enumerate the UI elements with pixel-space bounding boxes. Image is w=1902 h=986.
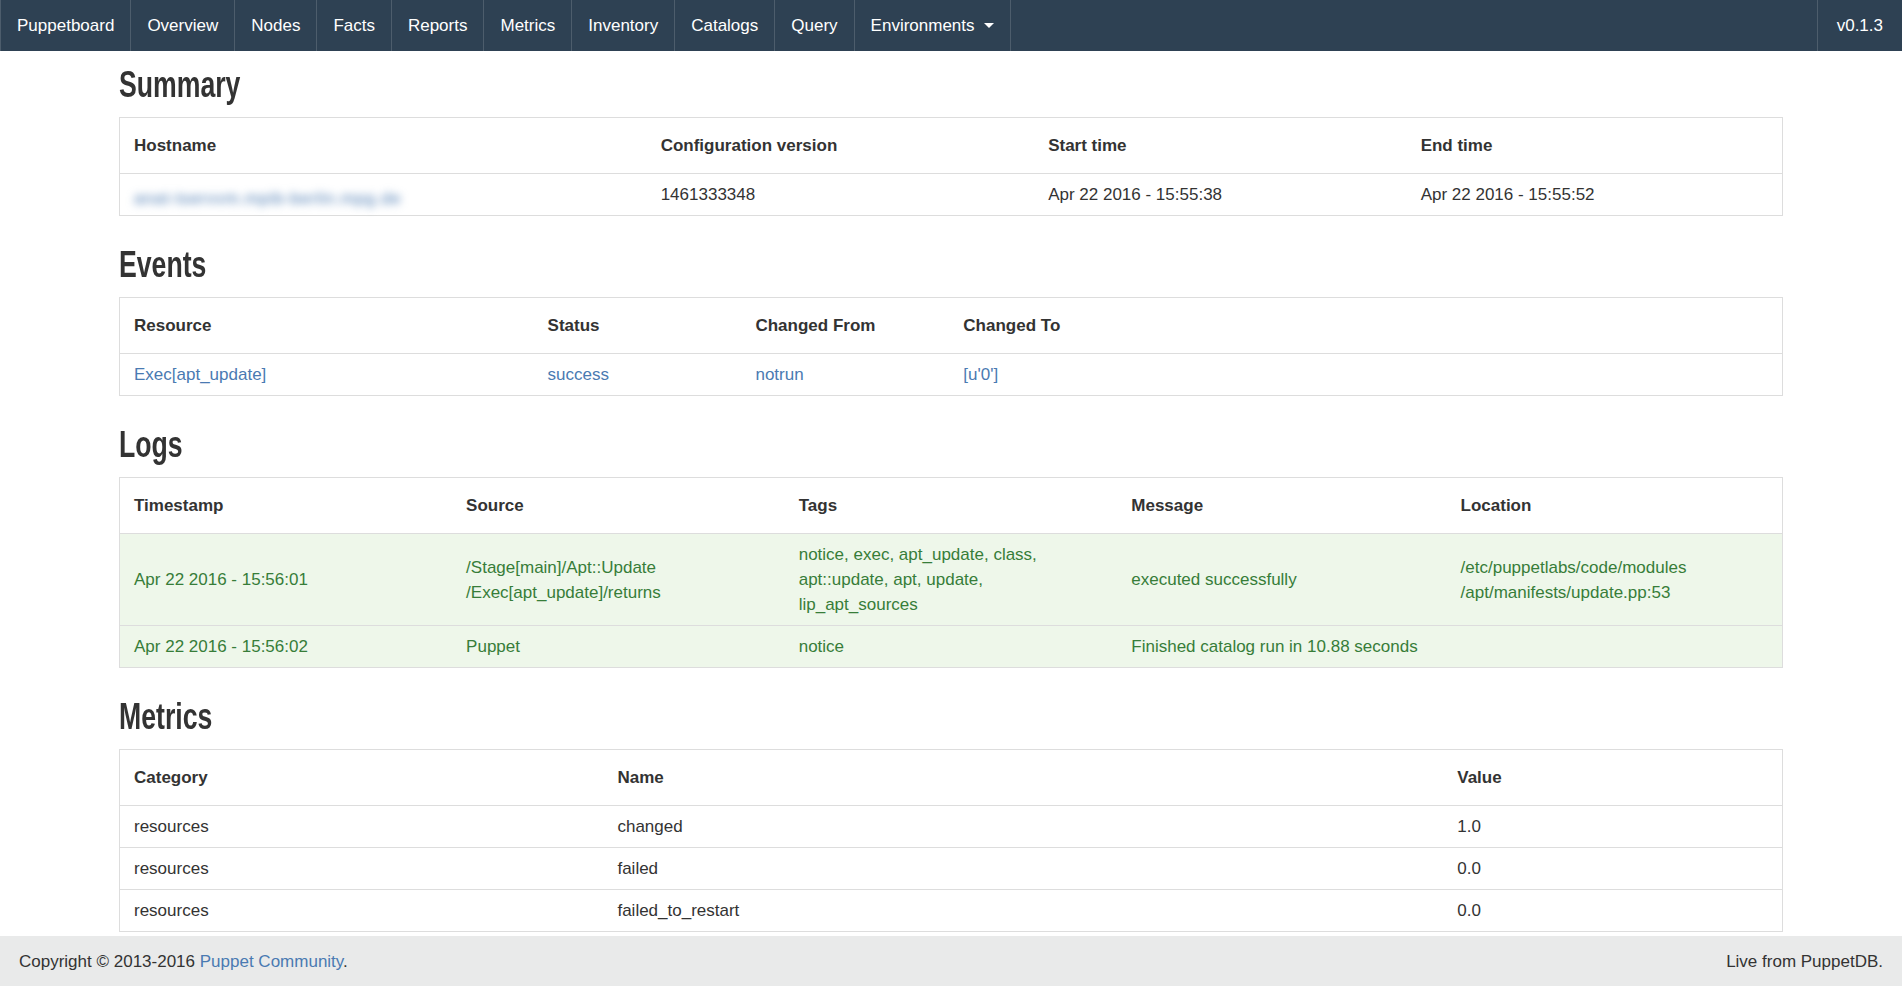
main-content: Summary Hostname Configuration version S…: [119, 65, 1783, 932]
logs-heading: Logs: [119, 425, 1350, 465]
events-col-changed-to: Changed To: [949, 298, 1782, 354]
metric-name: failed_to_restart: [603, 890, 1443, 932]
log-message: Finished catalog run in 10.88 seconds: [1117, 626, 1446, 668]
metric-category: resources: [120, 848, 604, 890]
metric-row: resources failed_to_restart 0.0: [120, 890, 1783, 932]
metrics-col-value: Value: [1443, 750, 1782, 806]
summary-heading: Summary: [119, 65, 1350, 105]
chevron-down-icon: [984, 23, 994, 28]
event-resource-link[interactable]: Exec[apt_update]: [134, 365, 266, 384]
log-timestamp: Apr 22 2016 - 15:56:01: [120, 534, 453, 626]
metrics-col-category: Category: [120, 750, 604, 806]
summary-table: Hostname Configuration version Start tim…: [119, 117, 1783, 216]
log-tags: notice, exec, apt_update, class, apt::up…: [785, 534, 1118, 626]
metric-name: failed: [603, 848, 1443, 890]
nav-item-catalogs[interactable]: Catalogs: [675, 0, 775, 51]
log-source: Puppet: [452, 626, 785, 668]
configuration-version-value: 1461333348: [647, 174, 1034, 216]
nav-item-overview[interactable]: Overview: [131, 0, 235, 51]
logs-col-timestamp: Timestamp: [120, 478, 453, 534]
summary-col-end-time: End time: [1407, 118, 1783, 174]
log-row: Apr 22 2016 - 15:56:02 Puppet notice Fin…: [120, 626, 1783, 668]
events-col-resource: Resource: [120, 298, 534, 354]
event-status-link[interactable]: success: [548, 365, 609, 384]
summary-col-start-time: Start time: [1034, 118, 1407, 174]
log-location: /etc/puppetlabs/code/modules /apt/manife…: [1447, 534, 1783, 626]
nav-item-nodes[interactable]: Nodes: [235, 0, 317, 51]
navbar: Puppetboard Overview Nodes Facts Reports…: [0, 0, 1902, 51]
metric-value: 0.0: [1443, 848, 1782, 890]
start-time-value: Apr 22 2016 - 15:55:38: [1034, 174, 1407, 216]
nav-item-metrics[interactable]: Metrics: [484, 0, 572, 51]
events-col-status: Status: [534, 298, 742, 354]
navbar-brand[interactable]: Puppetboard: [0, 0, 131, 51]
summary-col-configuration-version: Configuration version: [647, 118, 1034, 174]
metrics-heading: Metrics: [119, 697, 1350, 737]
logs-header-row: Timestamp Source Tags Message Location: [120, 478, 1783, 534]
log-location: [1447, 626, 1783, 668]
logs-col-location: Location: [1447, 478, 1783, 534]
log-timestamp: Apr 22 2016 - 15:56:02: [120, 626, 453, 668]
nav-item-facts[interactable]: Facts: [317, 0, 392, 51]
event-changed-to-link[interactable]: [u'0']: [963, 365, 998, 384]
metric-value: 0.0: [1443, 890, 1782, 932]
metric-name: changed: [603, 806, 1443, 848]
nav-dropdown-environments-label: Environments: [871, 13, 975, 38]
logs-col-message: Message: [1117, 478, 1446, 534]
navbar-spacer: [1011, 0, 1817, 51]
logs-table: Timestamp Source Tags Message Location A…: [119, 477, 1783, 668]
logs-col-source: Source: [452, 478, 785, 534]
metric-category: resources: [120, 890, 604, 932]
summary-header-row: Hostname Configuration version Start tim…: [120, 118, 1783, 174]
events-row: Exec[apt_update] success notrun [u'0']: [120, 354, 1783, 396]
metrics-table: Category Name Value resources changed 1.…: [119, 749, 1783, 932]
events-col-changed-from: Changed From: [741, 298, 949, 354]
log-row: Apr 22 2016 - 15:56:01 /Stage[main]/Apt:…: [120, 534, 1783, 626]
metric-value: 1.0: [1443, 806, 1782, 848]
log-message: executed successfully: [1117, 534, 1446, 626]
metric-row: resources failed 0.0: [120, 848, 1783, 890]
event-changed-from-link[interactable]: notrun: [755, 365, 803, 384]
nav-item-inventory[interactable]: Inventory: [572, 0, 675, 51]
events-header-row: Resource Status Changed From Changed To: [120, 298, 1783, 354]
log-source: /Stage[main]/Apt::Update /Exec[apt_updat…: [452, 534, 785, 626]
end-time-value: Apr 22 2016 - 15:55:52: [1407, 174, 1783, 216]
navbar-version: v0.1.3: [1817, 0, 1902, 51]
events-table: Resource Status Changed From Changed To …: [119, 297, 1783, 396]
log-tags: notice: [785, 626, 1118, 668]
events-heading: Events: [119, 245, 1350, 285]
summary-col-hostname: Hostname: [120, 118, 647, 174]
metric-category: resources: [120, 806, 604, 848]
nav-dropdown-environments[interactable]: Environments: [855, 0, 1011, 51]
nav-item-reports[interactable]: Reports: [392, 0, 485, 51]
summary-row: anat-tservvm.mpib-berlin.mpg.de 14613333…: [120, 174, 1783, 216]
metrics-col-name: Name: [603, 750, 1443, 806]
hostname-link[interactable]: anat-tservvm.mpib-berlin.mpg.de: [134, 189, 401, 208]
metric-row: resources changed 1.0: [120, 806, 1783, 848]
metrics-header-row: Category Name Value: [120, 750, 1783, 806]
nav-item-query[interactable]: Query: [775, 0, 854, 51]
logs-col-tags: Tags: [785, 478, 1118, 534]
